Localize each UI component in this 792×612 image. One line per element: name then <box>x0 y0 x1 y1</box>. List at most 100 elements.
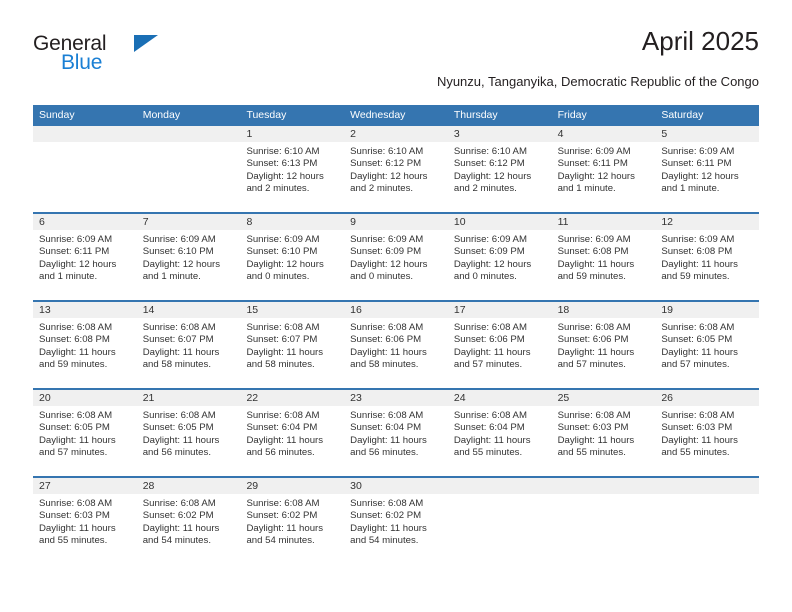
day-number-5[interactable]: 5 <box>655 126 759 142</box>
day-detail-line: Daylight: 11 hours <box>661 346 738 358</box>
day-number-24[interactable]: 24 <box>448 390 552 406</box>
day-number-30[interactable]: 30 <box>344 478 448 494</box>
day-detail-line: Daylight: 11 hours <box>142 346 220 358</box>
day-detail-line: Sunrise: 6:08 AM <box>246 498 320 509</box>
day-number-29[interactable]: 29 <box>240 478 344 494</box>
day-detail-line: Sunset: 6:07 PM <box>142 334 214 346</box>
day-cell-17[interactable]: Sunrise: 6:08 AM Sunset: 6:06 PM Daylight:… <box>448 318 552 388</box>
day-number-27[interactable]: 27 <box>33 478 137 494</box>
day-detail-line: Daylight: 12 hours <box>350 258 428 270</box>
page-title: April 2025 <box>641 26 759 56</box>
day-cell-8[interactable]: Sunrise: 6:09 AM Sunset: 6:10 PM Daylight:… <box>240 230 344 300</box>
day-detail-line: Sunrise: 6:09 AM <box>557 234 631 245</box>
day-cell-26[interactable]: Sunrise: 6:08 AM Sunset: 6:03 PM Daylight:… <box>655 406 759 476</box>
day-number-7[interactable]: 7 <box>137 214 241 230</box>
day-cell-3[interactable]: Sunrise: 6:10 AM Sunset: 6:12 PM Daylight:… <box>448 142 552 212</box>
day-number-10[interactable]: 10 <box>448 214 552 230</box>
day-number-23[interactable]: 23 <box>344 390 448 406</box>
day-cell-9[interactable]: Sunrise: 6:09 AM Sunset: 6:09 PM Daylight:… <box>344 230 448 300</box>
day-cell-4[interactable]: Sunrise: 6:09 AM Sunset: 6:11 PM Daylight:… <box>552 142 656 212</box>
calendar-page: General Blue April 2025 Nyunzu, Tanganyi… <box>0 0 792 612</box>
day-number-4[interactable]: 4 <box>552 126 656 142</box>
day-number-17[interactable]: 17 <box>448 302 552 318</box>
day-number-1[interactable]: 1 <box>240 126 344 142</box>
day-cell-24[interactable]: Sunrise: 6:08 AM Sunset: 6:04 PM Daylight:… <box>448 406 552 476</box>
day-number-3[interactable]: 3 <box>448 126 552 142</box>
day-cell-11[interactable]: Sunrise: 6:09 AM Sunset: 6:08 PM Daylight:… <box>552 230 656 300</box>
day-number-28[interactable]: 28 <box>137 478 241 494</box>
weekday-header-wednesday: Wednesday <box>350 109 406 121</box>
day-detail-line: Daylight: 11 hours <box>142 434 220 446</box>
day-cell-16[interactable]: Sunrise: 6:08 AM Sunset: 6:06 PM Daylight:… <box>344 318 448 388</box>
day-cell-6[interactable]: Sunrise: 6:09 AM Sunset: 6:11 PM Daylight:… <box>33 230 137 300</box>
day-cell-22[interactable]: Sunrise: 6:08 AM Sunset: 6:04 PM Daylight:… <box>240 406 344 476</box>
day-detail-line: Daylight: 11 hours <box>453 346 531 358</box>
day-detail-line: and 57 minutes. <box>661 359 730 371</box>
day-cell-13[interactable]: Sunrise: 6:08 AM Sunset: 6:08 PM Daylight:… <box>33 318 137 388</box>
day-detail-line: Daylight: 11 hours <box>557 258 635 270</box>
day-detail-line: and 58 minutes. <box>142 359 211 371</box>
day-detail-line: Daylight: 12 hours <box>453 258 532 270</box>
day-number-25[interactable]: 25 <box>552 390 656 406</box>
day-cell-25[interactable]: Sunrise: 6:08 AM Sunset: 6:03 PM Daylight:… <box>552 406 656 476</box>
day-number-22[interactable]: 22 <box>240 390 344 406</box>
day-cell-18[interactable]: Sunrise: 6:08 AM Sunset: 6:06 PM Daylight:… <box>552 318 656 388</box>
day-cell-19[interactable]: Sunrise: 6:08 AM Sunset: 6:05 PM Daylight:… <box>655 318 759 388</box>
day-cell-28[interactable]: Sunrise: 6:08 AM Sunset: 6:02 PM Daylight:… <box>137 494 241 564</box>
day-detail-line: Sunset: 6:07 PM <box>246 334 318 346</box>
day-cell-5[interactable]: Sunrise: 6:09 AM Sunset: 6:11 PM Daylight:… <box>655 142 759 212</box>
day-cell-2[interactable]: Sunrise: 6:10 AM Sunset: 6:12 PM Daylight:… <box>344 142 448 212</box>
day-detail-line: Sunrise: 6:08 AM <box>246 410 320 421</box>
day-detail-line: and 56 minutes. <box>142 447 211 459</box>
day-cell-10[interactable]: Sunrise: 6:09 AM Sunset: 6:09 PM Daylight:… <box>448 230 552 300</box>
day-detail-line: Sunset: 6:08 PM <box>557 246 629 258</box>
day-cell-30[interactable]: Sunrise: 6:08 AM Sunset: 6:02 PM Daylight:… <box>344 494 448 564</box>
day-detail-line: Daylight: 11 hours <box>246 522 324 534</box>
day-number-13[interactable]: 13 <box>33 302 137 318</box>
day-cell-20[interactable]: Sunrise: 6:08 AM Sunset: 6:05 PM Daylight:… <box>33 406 137 476</box>
day-number-12[interactable]: 12 <box>655 214 759 230</box>
day-cell-27[interactable]: Sunrise: 6:08 AM Sunset: 6:03 PM Daylight:… <box>33 494 137 564</box>
day-cell-21[interactable]: Sunrise: 6:08 AM Sunset: 6:05 PM Daylight:… <box>137 406 241 476</box>
day-cell-15[interactable]: Sunrise: 6:08 AM Sunset: 6:07 PM Daylight:… <box>240 318 344 388</box>
day-detail-line: Sunset: 6:11 PM <box>39 246 110 258</box>
day-detail-line: Sunset: 6:13 PM <box>246 158 318 170</box>
day-number-26[interactable]: 26 <box>655 390 759 406</box>
day-number-20[interactable]: 20 <box>33 390 137 406</box>
day-detail-line: Sunset: 6:03 PM <box>557 422 629 434</box>
day-number-6[interactable]: 6 <box>33 214 137 230</box>
general-blue-logo[interactable]: General Blue <box>33 32 263 88</box>
day-cell-23[interactable]: Sunrise: 6:08 AM Sunset: 6:04 PM Daylight:… <box>344 406 448 476</box>
calendar-week-row: 27 28 29 30 Sunrise: 6:08 AM Sunset: 6:03 PM D… <box>33 476 759 564</box>
day-detail-line: Sunset: 6:10 PM <box>142 246 214 258</box>
day-detail-line: Daylight: 12 hours <box>142 258 221 270</box>
day-detail-line: Daylight: 11 hours <box>39 522 116 534</box>
day-detail-line: Sunset: 6:02 PM <box>246 510 318 522</box>
day-number-18[interactable]: 18 <box>552 302 656 318</box>
day-number-9[interactable]: 9 <box>344 214 448 230</box>
day-cell-12[interactable]: Sunrise: 6:09 AM Sunset: 6:08 PM Daylight:… <box>655 230 759 300</box>
day-number-19[interactable]: 19 <box>655 302 759 318</box>
weekday-header-thursday: Thursday <box>453 109 498 121</box>
day-detail-line: Daylight: 11 hours <box>39 346 116 358</box>
day-cell-14[interactable]: Sunrise: 6:08 AM Sunset: 6:07 PM Daylight:… <box>137 318 241 388</box>
day-number-2[interactable]: 2 <box>344 126 448 142</box>
day-detail-line: Daylight: 11 hours <box>246 346 324 358</box>
day-cell-1[interactable]: Sunrise: 6:10 AM Sunset: 6:13 PM Daylight:… <box>240 142 344 212</box>
day-number-21[interactable]: 21 <box>137 390 241 406</box>
day-number-8[interactable]: 8 <box>240 214 344 230</box>
day-cell-7[interactable]: Sunrise: 6:09 AM Sunset: 6:10 PM Daylight:… <box>137 230 241 300</box>
day-detail-line: Daylight: 12 hours <box>453 170 532 182</box>
day-number-16[interactable]: 16 <box>344 302 448 318</box>
day-detail-line: Sunset: 6:06 PM <box>453 334 525 346</box>
day-detail-line: Sunset: 6:11 PM <box>661 158 732 170</box>
day-detail-line: Sunrise: 6:10 AM <box>350 146 424 157</box>
day-detail-line: Sunset: 6:11 PM <box>557 158 628 170</box>
day-detail-line: Daylight: 12 hours <box>39 258 117 270</box>
day-detail-line: and 0 minutes. <box>246 271 310 283</box>
day-detail-line: Sunrise: 6:08 AM <box>142 322 216 333</box>
day-number-15[interactable]: 15 <box>240 302 344 318</box>
day-cell-29[interactable]: Sunrise: 6:08 AM Sunset: 6:02 PM Daylight:… <box>240 494 344 564</box>
day-number-11[interactable]: 11 <box>552 214 656 230</box>
day-number-14[interactable]: 14 <box>137 302 241 318</box>
